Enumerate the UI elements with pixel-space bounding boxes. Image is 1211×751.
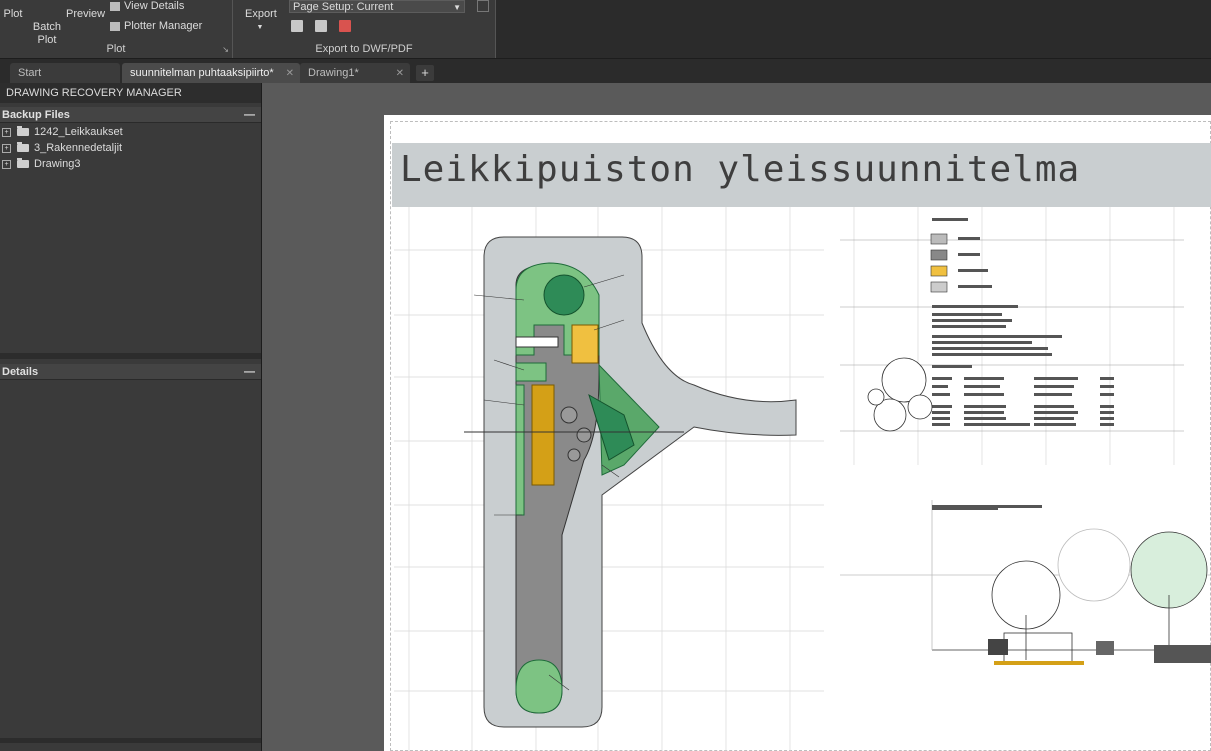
view-details-button[interactable]: View Details: [110, 0, 184, 12]
tree-canopy: [543, 274, 585, 316]
shrub: [560, 406, 578, 424]
drawing-canvas[interactable]: Leikkipuiston yleissuunnitelma: [262, 83, 1211, 751]
new-tab-button[interactable]: +: [416, 65, 434, 81]
backup-files-header[interactable]: Backup Files —: [0, 107, 261, 123]
plotter-manager-label: Plotter Manager: [124, 20, 203, 32]
chevron-down-icon: ▼: [256, 24, 264, 31]
tree-symbols: [867, 357, 933, 432]
shrub: [567, 448, 581, 462]
section-elevation: [840, 500, 1211, 665]
preview-label: Preview: [66, 8, 106, 20]
layout-paper: Leikkipuiston yleissuunnitelma: [384, 115, 1211, 751]
export-pdf-icon[interactable]: [339, 20, 351, 32]
export-settings-icon[interactable]: [291, 20, 303, 32]
plot-button[interactable]: Plot: [2, 8, 24, 21]
expand-icon[interactable]: +: [2, 127, 11, 137]
backup-file-label: 3_Rakennedetaljit: [34, 142, 123, 154]
tab-suunnitelman[interactable]: suunnitelman puhtaaksipiirto* ✕: [122, 63, 300, 84]
export-button[interactable]: Export ▼: [245, 8, 277, 34]
bench-area: [515, 362, 547, 382]
plot-panel: Plot Batch Plot Preview View Details Plo…: [0, 0, 233, 58]
view-details-icon: [110, 1, 120, 11]
ribbon-empty-area: [496, 0, 1211, 58]
view-details-label: View Details: [124, 0, 185, 12]
sand-area: [531, 384, 555, 486]
plot-dialog-launcher-icon[interactable]: ↘: [222, 45, 229, 54]
plotter-manager-button[interactable]: Plotter Manager: [110, 20, 202, 32]
tab-label: suunnitelman puhtaaksipiirto*: [130, 67, 274, 79]
panel-splitter[interactable]: [0, 353, 261, 359]
section-title-text: [932, 505, 1042, 508]
ribbon: Plot Batch Plot Preview View Details Plo…: [0, 0, 1211, 58]
page-setup-icon[interactable]: [477, 0, 489, 12]
collapse-icon[interactable]: —: [244, 107, 255, 123]
backup-file-item[interactable]: + 1242_Leikkaukset: [2, 125, 123, 139]
close-icon[interactable]: ✕: [396, 63, 404, 84]
shrub: [576, 427, 592, 443]
tab-start[interactable]: Start: [10, 63, 120, 84]
play-equipment-area: [571, 324, 599, 364]
export-dwf-icon[interactable]: [315, 20, 327, 32]
export-options: [291, 20, 351, 32]
close-icon[interactable]: ✕: [286, 63, 294, 84]
tab-drawing1[interactable]: Drawing1* ✕: [300, 63, 410, 84]
backup-file-item[interactable]: + Drawing3: [2, 157, 80, 171]
panel-splitter[interactable]: [0, 738, 261, 743]
panel-title: DRAWING RECOVERY MANAGER: [0, 83, 261, 103]
folder-icon: [17, 126, 29, 136]
tab-label: Drawing1*: [308, 67, 359, 79]
plot-group-label: Plot: [106, 43, 126, 55]
folder-icon: [17, 158, 29, 168]
page-setup-select[interactable]: Page Setup: Current ▼: [289, 0, 465, 13]
drawing-recovery-panel: DRAWING RECOVERY MANAGER Backup Files — …: [0, 83, 262, 751]
expand-icon[interactable]: +: [2, 159, 11, 169]
collapse-icon[interactable]: —: [244, 364, 255, 380]
export-label: Export: [245, 8, 277, 20]
info-sign: [515, 336, 559, 348]
file-tab-bar: Start suunnitelman puhtaaksipiirto* ✕ Dr…: [0, 58, 1211, 84]
expand-icon[interactable]: +: [2, 143, 11, 153]
export-group-label: Export to DWF/PDF: [315, 43, 413, 55]
export-panel: Export ▼ Page Setup: Current ▼ Export to…: [233, 0, 496, 58]
backup-file-item[interactable]: + 3_Rakennedetaljit: [2, 141, 122, 155]
site-plan-drawing: [394, 207, 1211, 751]
backup-files-label: Backup Files: [2, 109, 70, 121]
page-setup-value: Page Setup: Current: [293, 1, 394, 13]
folder-icon: [17, 142, 29, 152]
backup-file-label: 1242_Leikkaukset: [34, 126, 123, 138]
details-header[interactable]: Details —: [0, 364, 261, 380]
backup-file-label: Drawing3: [34, 158, 81, 170]
plot-label: Plot: [3, 8, 23, 20]
preview-button[interactable]: Preview: [66, 8, 106, 21]
chevron-down-icon: ▼: [453, 3, 461, 12]
planting-area: [515, 659, 563, 714]
tab-label: Start: [18, 67, 42, 79]
details-label: Details: [2, 366, 39, 378]
plotter-manager-icon: [110, 21, 120, 31]
legend-text: [932, 218, 1114, 426]
